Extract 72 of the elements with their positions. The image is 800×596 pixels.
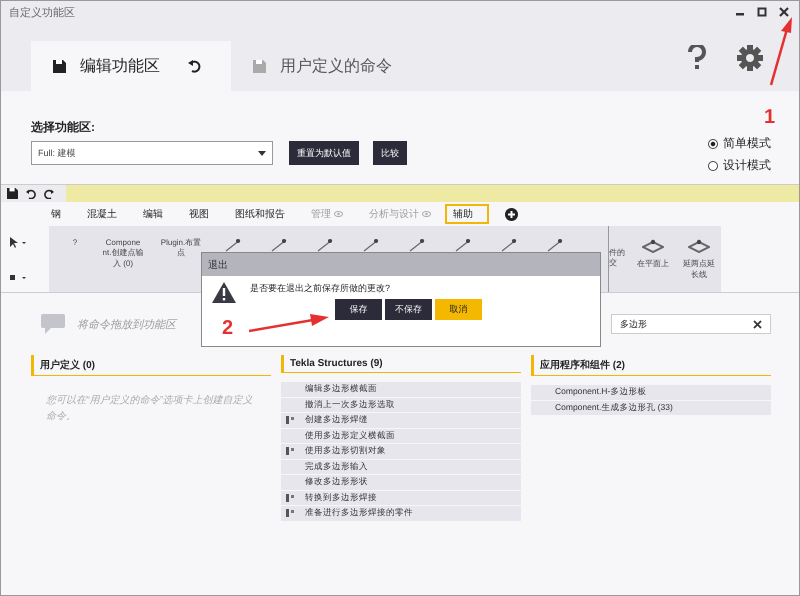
search-field[interactable]: 多边形 [611, 314, 771, 334]
command-icon [285, 492, 295, 503]
maximize-icon[interactable] [757, 7, 767, 17]
save-icon[interactable] [7, 188, 18, 199]
ribbon-command[interactable]: 在平面上 [637, 258, 669, 269]
dialog-button[interactable]: 不保存 [385, 299, 432, 320]
command-row[interactable]: 编辑多边形横截面 [281, 382, 521, 396]
clear-icon[interactable] [753, 320, 762, 328]
dialog-message: 是否要在退出之前保存所做的更改? [250, 282, 390, 295]
empty-note: 您可以在“用户定义的命令”选项卡上创建自定义命令。 [44, 394, 254, 424]
command-row[interactable]: 转换到多边形焊接 [281, 490, 521, 505]
command-row[interactable]: 撤消上一次多边形选取 [281, 398, 521, 412]
command-icon [285, 446, 295, 456]
diamond-point-icon[interactable] [688, 238, 710, 254]
ribbon-tab[interactable]: 钢 [51, 207, 61, 221]
pointer-icon[interactable] [9, 236, 27, 248]
radio-button[interactable] [708, 160, 718, 170]
dialog-button[interactable]: 取消 [435, 299, 482, 320]
ribbon-select-label: 选择功能区: [31, 119, 96, 136]
undo-icon[interactable] [26, 188, 36, 198]
command-row[interactable]: Component.H-多边形板 [531, 385, 771, 400]
ribbon-tab[interactable]: 辅助 [445, 204, 489, 224]
radio-button[interactable] [708, 138, 718, 148]
ribbon-tab[interactable]: 编辑 [143, 207, 163, 221]
section-header: 应用程序和组件 (2) [531, 355, 771, 376]
command-row[interactable]: 完成多边形输入 [281, 460, 521, 474]
command-row[interactable]: 创建多边形焊缝 [281, 413, 521, 428]
command-row[interactable]: 准备进行多边形焊接的零件 [281, 506, 521, 520]
window-title: 自定义功能区 [9, 6, 75, 20]
annotation-number: 1 [764, 106, 776, 129]
drop-hint: 将命令拖放到功能区 [77, 318, 176, 332]
tab[interactable]: 用户定义的命令 [231, 41, 414, 91]
help-icon[interactable] [687, 45, 707, 71]
caret-icon[interactable] [258, 150, 266, 156]
ribbon-tab[interactable]: 图纸和报告 [235, 207, 285, 221]
ribbon-dropdown[interactable]: Full: 建模 [31, 141, 273, 165]
ribbon-tab[interactable]: 混凝土 [87, 207, 117, 221]
redo-icon[interactable] [44, 188, 54, 198]
add-icon[interactable] [505, 208, 518, 220]
ribbon-command[interactable]: ? [69, 238, 81, 248]
command-icon [285, 415, 295, 426]
ribbon-tab[interactable]: 视图 [189, 207, 209, 221]
warning-icon [212, 282, 236, 303]
annotation-number: 2 [222, 317, 234, 340]
comment-icon [41, 314, 65, 334]
action-button[interactable]: 比较 [373, 141, 407, 165]
tab[interactable]: 编辑功能区 [31, 41, 231, 91]
ribbon-command[interactable]: 件的交 [609, 248, 626, 269]
ribbon-command[interactable]: Plugin.布置点 [159, 238, 203, 259]
close-icon[interactable] [779, 7, 789, 17]
settings-icon[interactable] [737, 45, 763, 71]
save-icon [253, 60, 266, 72]
mode-label: 简单模式 [723, 135, 771, 152]
command-row[interactable]: 修改多边形形状 [281, 475, 521, 490]
save-icon [53, 60, 66, 72]
command-icon [285, 508, 295, 518]
annotation-arrow [769, 17, 795, 87]
action-button[interactable]: 重置为默认值 [289, 141, 359, 165]
exit-dialog-title: 退出 [202, 253, 600, 276]
section-header: 用户定义 (0) [31, 355, 271, 376]
ribbon-command[interactable]: Compone nt.创建点输入 (0) [101, 238, 145, 270]
command-row[interactable]: 使用多边形切割对象 [281, 444, 521, 458]
ribbon-command[interactable]: 延两点延长线 [680, 258, 718, 280]
command-row[interactable]: Component.生成多边形孔 (33) [531, 400, 771, 415]
mode-label: 设计模式 [723, 157, 771, 174]
section-header: Tekla Structures (9) [281, 355, 521, 373]
eye-icon [422, 211, 431, 217]
undo-icon[interactable] [188, 59, 202, 73]
dialog-button[interactable]: 保存 [335, 299, 382, 320]
command-row[interactable]: 使用多边形定义横截面 [281, 428, 521, 443]
eye-icon [334, 211, 343, 217]
diamond-point-icon[interactable] [642, 238, 664, 254]
